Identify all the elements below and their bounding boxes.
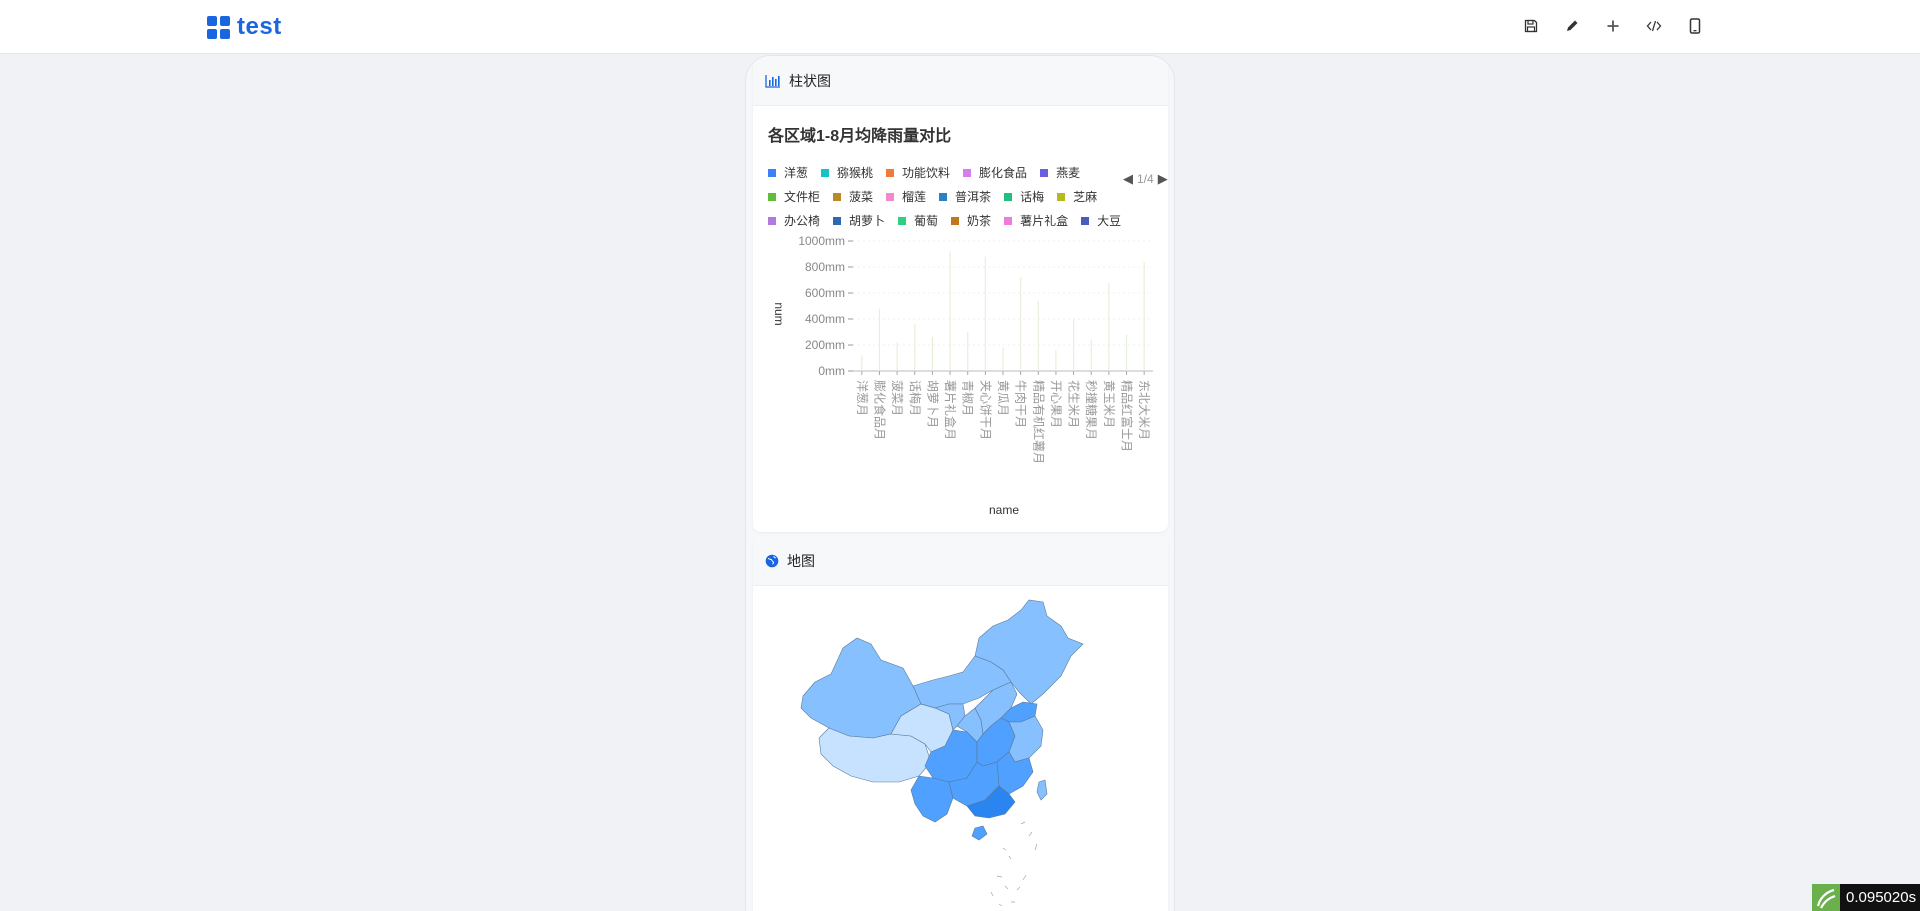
y-tick-label: 200mm (805, 338, 845, 352)
timer-text: 0.095020s (1846, 889, 1917, 906)
x-axis-title: name (989, 503, 1019, 517)
top-bar: test (0, 0, 1920, 54)
legend-swatch (768, 192, 776, 201)
legend-swatch (1004, 216, 1013, 225)
south-sea-islands (990, 821, 1038, 907)
legend-swatch (1081, 216, 1090, 225)
legend-item[interactable]: 膨化食品 (963, 164, 1027, 181)
y-tick-label: 800mm (805, 260, 845, 274)
legend-item[interactable]: 话梅 (1004, 188, 1044, 205)
legend-item[interactable]: 燕麦 (1040, 164, 1080, 181)
y-tick-label: 400mm (805, 312, 845, 326)
x-tick-label: 黄瓜月 (996, 380, 1010, 416)
map-region-hainan[interactable] (971, 825, 988, 841)
y-tick-label: 0mm (818, 364, 845, 378)
legend-swatch (963, 168, 972, 177)
toolbar (1520, 15, 1706, 37)
legend-item[interactable]: 洋葱 (768, 164, 808, 181)
mobile-preview: 柱状图 各区域1-8月均降雨量对比 洋葱 猕猴桃 功能饮料 膨化食品 燕麦 文件… (745, 55, 1175, 911)
y-tick-label: 600mm (805, 286, 845, 300)
legend-item[interactable]: 普洱茶 (939, 188, 991, 205)
legend-item[interactable]: 葡萄 (898, 212, 938, 229)
legend-row-1: 洋葱 猕猴桃 功能饮料 膨化食品 燕麦 (768, 164, 1093, 181)
legend-swatch (1040, 168, 1049, 177)
legend-swatch (951, 216, 960, 225)
x-tick-label: 开心果月 (1049, 380, 1063, 428)
y-tick-label: 1000mm (798, 236, 845, 248)
card-title: 柱状图 (789, 72, 831, 89)
x-tick-label: 花生米月 (1067, 380, 1082, 428)
legend-swatch (768, 168, 776, 177)
x-tick-label: 夹心饼干月 (978, 380, 992, 440)
x-tick-label: 胡萝卜月 (925, 380, 939, 428)
x-tick-label: 秒撞糖果月 (1084, 380, 1099, 440)
card-header: 地图 (753, 536, 1168, 586)
legend-swatch (833, 192, 842, 201)
legend-item[interactable]: 文件柜 (768, 188, 820, 205)
logo-icon (1812, 884, 1840, 911)
legend-swatch (886, 192, 895, 201)
x-tick-label: 膨化食品月 (872, 380, 887, 440)
x-tick-label: 黄玉米月 (1102, 380, 1116, 428)
card-title: 地图 (787, 552, 815, 569)
map-region-east[interactable] (1008, 715, 1044, 763)
legend-swatch (886, 168, 895, 177)
code-icon[interactable] (1643, 15, 1665, 37)
brand[interactable]: test (207, 13, 282, 41)
x-tick-label: 薯片礼盒月 (943, 380, 958, 440)
legend-pager: ◀ 1/4 ▶ (1123, 171, 1168, 187)
legend-item[interactable]: 芝麻 (1057, 188, 1097, 205)
x-tick-label: 青椒月 (961, 380, 975, 416)
x-tick-label: 牛肉干月 (1014, 380, 1029, 428)
x-tick-label: 精品红富士月 (1120, 380, 1135, 452)
y-axis-title: num (772, 302, 786, 325)
mobile-icon[interactable] (1684, 15, 1706, 37)
map-region-yunnan[interactable] (910, 775, 954, 823)
legend-item[interactable]: 大豆 (1081, 212, 1121, 229)
legend-item[interactable]: 办公椅 (768, 212, 820, 229)
x-tick-label: 话梅月 (908, 380, 923, 416)
timer-badge: 0.095020s (1812, 884, 1920, 911)
edit-icon[interactable] (1561, 15, 1583, 37)
chart-title: 各区域1-8月均降雨量对比 (768, 128, 952, 145)
save-icon[interactable] (1520, 15, 1542, 37)
legend-item[interactable]: 薯片礼盒 (1004, 212, 1068, 229)
plus-icon[interactable] (1602, 15, 1624, 37)
globe-icon (765, 554, 779, 567)
legend-item[interactable]: 猕猴桃 (821, 164, 873, 181)
legend-page-indicator: 1/4 (1137, 172, 1154, 186)
legend-swatch (821, 168, 830, 177)
bar-chart: 1000mm 800mm 600mm 400mm 200mm 0mm 洋葱月 膨化食品月 菠菜月… (772, 236, 1153, 517)
legend-item[interactable]: 榴莲 (886, 188, 926, 205)
x-tick-label: 洋葱月 (855, 380, 870, 416)
legend-swatch (768, 216, 776, 225)
legend-swatch (898, 216, 907, 225)
legend-item[interactable]: 胡萝卜 (833, 212, 885, 229)
legend-prev-button[interactable]: ◀ (1123, 171, 1133, 187)
legend-swatch (833, 216, 842, 225)
bar-chart-card: 柱状图 各区域1-8月均降雨量对比 洋葱 猕猴桃 功能饮料 膨化食品 燕麦 文件… (753, 56, 1168, 532)
x-tick-label: 东北大米月 (1137, 380, 1151, 440)
x-tick-label: 菠菜月 (890, 380, 904, 416)
legend-row-3: 办公椅 胡萝卜 葡萄 奶茶 薯片礼盒 大豆 (768, 212, 1134, 229)
legend-swatch (1057, 192, 1066, 201)
card-header: 柱状图 (753, 56, 1168, 106)
legend-row-2: 文件柜 菠菜 榴莲 普洱茶 话梅 芝麻 (768, 188, 1110, 205)
legend-item[interactable]: 菠菜 (833, 188, 873, 205)
china-map[interactable] (753, 586, 1168, 911)
bar-chart-icon (765, 74, 780, 88)
legend-swatch (1004, 192, 1013, 201)
map-region-taiwan[interactable] (1036, 779, 1048, 801)
legend-swatch (939, 192, 948, 201)
legend-item[interactable]: 功能饮料 (886, 164, 950, 181)
legend-next-button[interactable]: ▶ (1158, 171, 1168, 187)
app-title: test (237, 13, 282, 40)
map-card: 地图 (753, 536, 1168, 911)
grid-icon (207, 16, 230, 39)
x-tick-label: 精品有机红薯月 (1031, 380, 1046, 464)
legend-item[interactable]: 奶茶 (951, 212, 991, 229)
